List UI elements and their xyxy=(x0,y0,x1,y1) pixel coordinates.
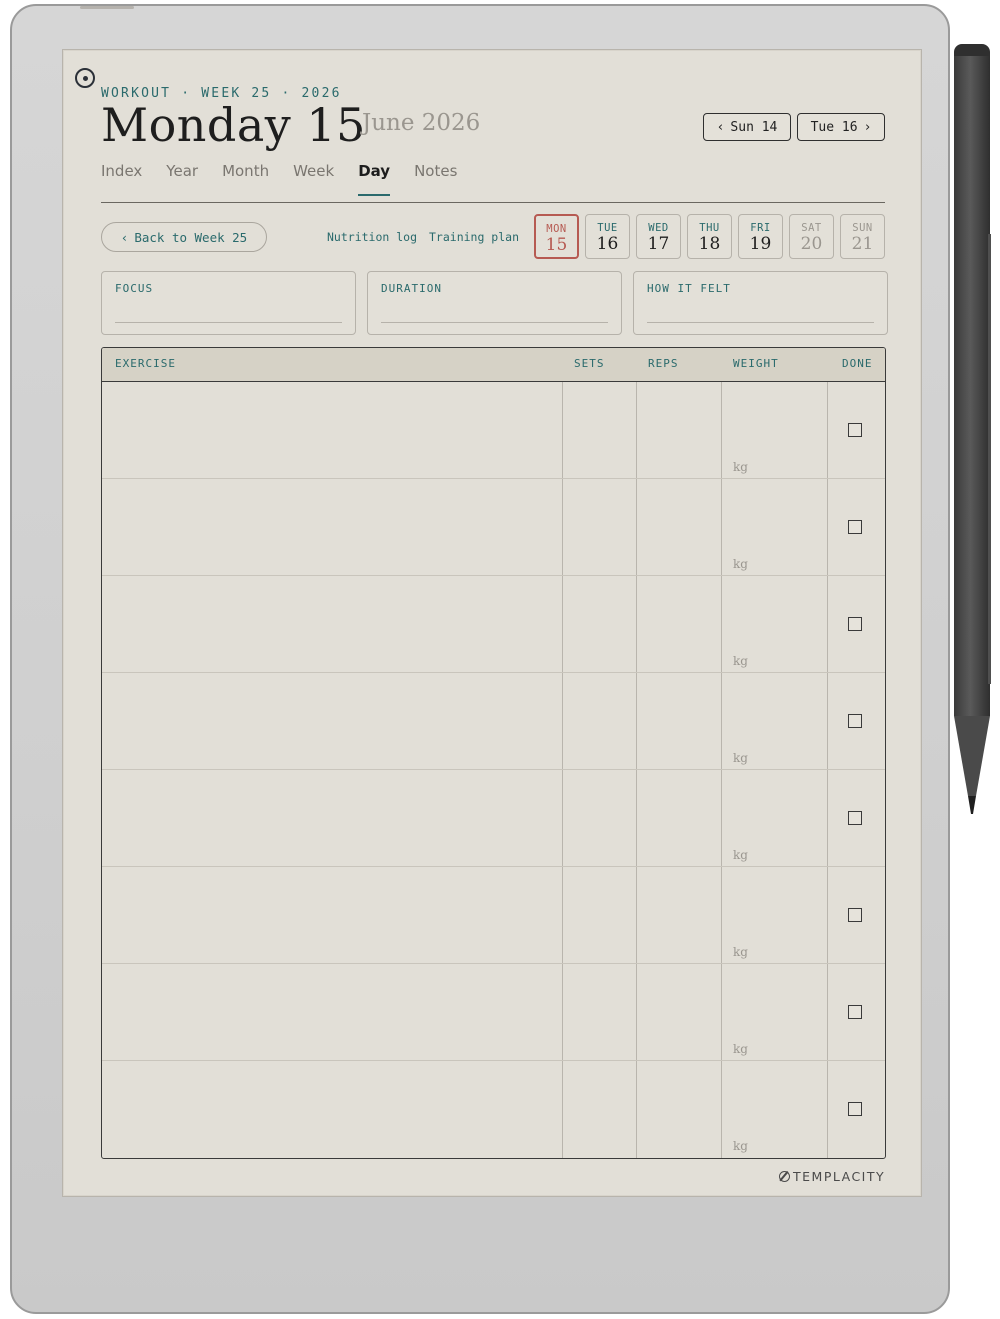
tab-week[interactable]: Week xyxy=(293,162,334,188)
day-of-week: TUE xyxy=(597,222,618,234)
done-checkbox[interactable] xyxy=(848,423,862,437)
focus-field[interactable]: FOCUS xyxy=(101,271,356,335)
tab-bar: Index Year Month Week Day Notes xyxy=(101,162,481,196)
weight-unit: kg xyxy=(733,460,748,474)
done-checkbox[interactable] xyxy=(848,1102,862,1116)
table-row[interactable]: kg xyxy=(102,382,885,479)
tab-index[interactable]: Index xyxy=(101,162,142,188)
duration-label: DURATION xyxy=(381,282,442,295)
weight-unit: kg xyxy=(733,1042,748,1056)
day-thu[interactable]: THU 18 xyxy=(687,214,732,259)
back-to-week-button[interactable]: ‹ Back to Week 25 xyxy=(101,222,267,252)
next-day-label: Tue 16 xyxy=(810,119,858,135)
weight-unit: kg xyxy=(733,848,748,862)
table-row[interactable]: kg xyxy=(102,1061,885,1158)
duration-field[interactable]: DURATION xyxy=(367,271,622,335)
day-number: 15 xyxy=(545,235,568,255)
prev-day-label: Sun 14 xyxy=(730,119,778,135)
day-sat[interactable]: SAT 20 xyxy=(789,214,834,259)
header-exercise: EXERCISE xyxy=(115,357,176,370)
table-row[interactable]: kg xyxy=(102,867,885,964)
nutrition-log-link[interactable]: Nutrition log xyxy=(327,230,417,244)
weight-unit: kg xyxy=(733,945,748,959)
done-checkbox[interactable] xyxy=(848,714,862,728)
day-fri[interactable]: FRI 19 xyxy=(738,214,783,259)
brand-name: TEMPLACITY xyxy=(793,1169,886,1184)
done-checkbox[interactable] xyxy=(848,1005,862,1019)
write-line xyxy=(381,322,608,323)
brand-footer: TEMPLACITY xyxy=(779,1169,885,1184)
day-number: 17 xyxy=(647,234,670,254)
tablet-device: WORKOUT · WEEK 25 · 2026 Monday 15 June … xyxy=(10,4,950,1314)
circle-dot-icon[interactable] xyxy=(75,68,95,88)
day-sun[interactable]: SUN 21 xyxy=(840,214,885,259)
back-to-week-label: Back to Week 25 xyxy=(134,229,248,245)
chevron-left-icon: ‹ xyxy=(120,229,129,245)
write-line xyxy=(647,322,874,323)
day-of-week: FRI xyxy=(750,222,771,234)
exercise-table: EXERCISE SETS REPS WEIGHT DONE kg kg kg xyxy=(101,347,886,1159)
weight-unit: kg xyxy=(733,557,748,571)
focus-label: FOCUS xyxy=(115,282,154,295)
day-of-week: WED xyxy=(648,222,669,234)
how-it-felt-field[interactable]: HOW IT FELT xyxy=(633,271,888,335)
page-subtitle: June 2026 xyxy=(362,110,481,136)
day-mon[interactable]: MON 15 xyxy=(534,214,579,259)
day-of-week: SAT xyxy=(801,222,822,234)
done-checkbox[interactable] xyxy=(848,617,862,631)
table-row[interactable]: kg xyxy=(102,576,885,673)
done-checkbox[interactable] xyxy=(848,520,862,534)
day-number: 16 xyxy=(596,234,619,254)
chevron-left-icon: ‹ xyxy=(716,119,725,135)
write-line xyxy=(115,322,342,323)
day-number: 18 xyxy=(698,234,721,254)
weight-unit: kg xyxy=(733,1139,748,1153)
table-row[interactable]: kg xyxy=(102,770,885,867)
table-header: EXERCISE SETS REPS WEIGHT DONE xyxy=(102,348,885,382)
summary-fields: FOCUS DURATION HOW IT FELT xyxy=(101,271,888,335)
day-number: 20 xyxy=(800,234,823,254)
week-day-strip: MON 15 TUE 16 WED 17 THU 18 FRI 19 SAT 2… xyxy=(534,214,885,259)
tab-year[interactable]: Year xyxy=(166,162,198,188)
tab-notes[interactable]: Notes xyxy=(414,162,457,188)
table-row[interactable]: kg xyxy=(102,673,885,770)
next-day-button[interactable]: Tue 16 › xyxy=(797,113,885,141)
weight-unit: kg xyxy=(733,654,748,668)
templacity-logo-icon xyxy=(779,1171,790,1182)
tabs-divider xyxy=(101,202,885,203)
tab-day[interactable]: Day xyxy=(358,162,390,196)
weight-unit: kg xyxy=(733,751,748,765)
table-row[interactable]: kg xyxy=(102,964,885,1061)
day-wed[interactable]: WED 17 xyxy=(636,214,681,259)
header-weight: WEIGHT xyxy=(733,357,779,370)
day-of-week: MON xyxy=(546,223,567,235)
stylus-pen xyxy=(954,44,991,814)
day-number: 19 xyxy=(749,234,772,254)
training-plan-link[interactable]: Training plan xyxy=(429,230,519,244)
table-row[interactable]: kg xyxy=(102,479,885,576)
header-done: DONE xyxy=(842,357,873,370)
day-tue[interactable]: TUE 16 xyxy=(585,214,630,259)
screen: WORKOUT · WEEK 25 · 2026 Monday 15 June … xyxy=(62,49,922,1197)
done-checkbox[interactable] xyxy=(848,908,862,922)
day-number: 21 xyxy=(851,234,874,254)
tab-month[interactable]: Month xyxy=(222,162,269,188)
device-button xyxy=(80,6,134,9)
day-of-week: THU xyxy=(699,222,720,234)
header-sets: SETS xyxy=(574,357,605,370)
how-it-felt-label: HOW IT FELT xyxy=(647,282,731,295)
day-of-week: SUN xyxy=(852,222,873,234)
header-reps: REPS xyxy=(648,357,679,370)
done-checkbox[interactable] xyxy=(848,811,862,825)
prev-day-button[interactable]: ‹ Sun 14 xyxy=(703,113,791,141)
page-title: Monday 15 xyxy=(101,98,366,152)
chevron-right-icon: › xyxy=(863,119,872,135)
